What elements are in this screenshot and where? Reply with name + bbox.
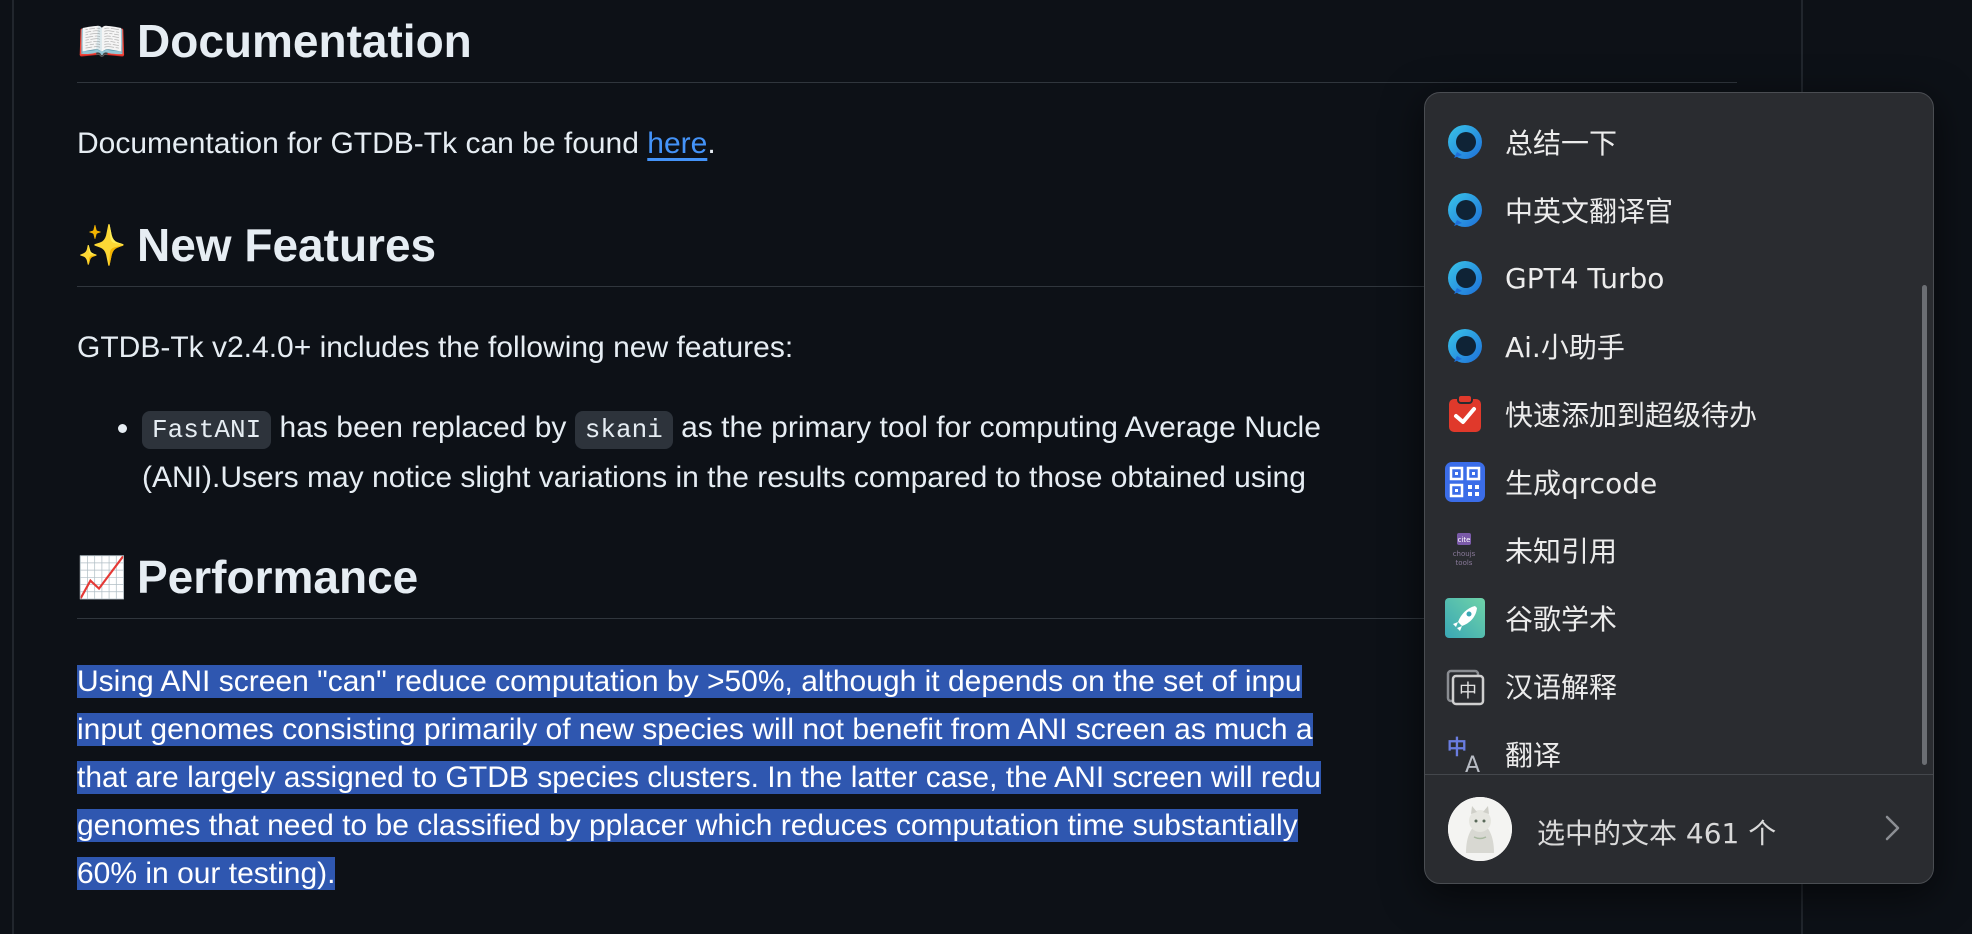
bullet-line-2: (ANI).Users may notice slight variations… (142, 461, 1306, 494)
menu-scrollbar[interactable] (1922, 285, 1927, 765)
bullet-text-2: as the primary tool for computing Averag… (672, 411, 1321, 444)
menu-item-label: 翻译 (1505, 739, 1562, 772)
selected-text-line: that are largely assigned to GTDB specie… (77, 761, 1321, 794)
documentation-text-after: . (707, 127, 716, 160)
sparkles-icon: ✨ (77, 222, 127, 269)
page: 📖 Documentation Documentation for GTDB-T… (0, 0, 1972, 934)
documentation-heading: 📖 Documentation (77, 14, 1737, 68)
documentation-link[interactable]: here (647, 127, 707, 160)
svg-text:中: 中 (1447, 735, 1467, 759)
menu-item-chinese-explain[interactable]: 中 汉语解释 (1425, 652, 1915, 720)
menu-item-label: 谷歌学术 (1505, 603, 1618, 636)
rocket-icon (1444, 597, 1486, 639)
menu-item-add-todo[interactable]: 快速添加到超级待办 (1425, 380, 1915, 448)
menu-item-google-scholar[interactable]: 谷歌学术 (1425, 584, 1915, 652)
chevron-right-icon[interactable] (1877, 813, 1907, 843)
svg-text:cite: cite (1458, 536, 1471, 544)
menu-item-label: 中英文翻译官 (1505, 195, 1674, 228)
cite-tools-icon: cite choujs tools (1444, 529, 1486, 571)
menu-item-label: 总结一下 (1505, 127, 1618, 160)
documentation-text: Documentation for GTDB-Tk can be found h… (77, 120, 716, 168)
selected-text-line: 60% in our testing). (77, 857, 336, 890)
menu-list: 总结一下 中英文翻译官 GPT4 Turbo Ai.小助手 快速添加到超级待办 … (1425, 93, 1933, 775)
documentation-heading-text: Documentation (137, 15, 472, 67)
menu-item-label: Ai.小助手 (1505, 331, 1625, 364)
menu-item-ai-assistant[interactable]: Ai.小助手 (1425, 312, 1915, 380)
dictionary-icon: 中 (1444, 665, 1486, 707)
performance-heading-text: Performance (137, 551, 419, 603)
menu-item-label: 汉语解释 (1505, 671, 1618, 704)
new-features-intro: GTDB-Tk v2.4.0+ includes the following n… (77, 331, 794, 364)
svg-text:choujs: choujs (1453, 550, 1476, 558)
svg-text:tools: tools (1456, 559, 1473, 567)
menu-item-gpt4-turbo[interactable]: GPT4 Turbo (1425, 244, 1915, 312)
selected-count-text: 选中的文本 461 个 (1537, 817, 1777, 850)
menu-item-label: 生成qrcode (1505, 467, 1658, 500)
heading-divider (77, 82, 1737, 83)
documentation-section: 📖 Documentation (77, 14, 1737, 83)
new-features-heading-text: New Features (137, 219, 437, 271)
bullet-text-1: has been replaced by (271, 411, 575, 444)
selected-text-line: genomes that need to be classified by pp… (77, 809, 1298, 842)
content-left-border (12, 0, 14, 934)
svg-text:中: 中 (1459, 681, 1477, 702)
selected-text-line: Using ANI screen "can" reduce computatio… (77, 665, 1302, 698)
fastani-code: FastANI (142, 411, 272, 449)
menu-item-translator[interactable]: 中英文翻译官 (1425, 176, 1915, 244)
translate-icon: 中 A (1444, 733, 1486, 775)
selected-text-line: input genomes consisting primarily of ne… (77, 713, 1313, 746)
chart-increasing-icon: 📈 (77, 554, 127, 601)
avatar (1448, 797, 1512, 861)
performance-paragraph: Using ANI screen "can" reduce computatio… (77, 658, 1321, 898)
popclip-menu: 总结一下 中英文翻译官 GPT4 Turbo Ai.小助手 快速添加到超级待办 … (1424, 92, 1934, 884)
chat-bubble-icon (1444, 189, 1486, 231)
menu-item-unknown-cite[interactable]: cite choujs tools 未知引用 (1425, 516, 1915, 584)
chat-bubble-icon (1444, 325, 1486, 367)
menu-item-qrcode[interactable]: 生成qrcode (1425, 448, 1915, 516)
menu-item-summarize[interactable]: 总结一下 (1425, 108, 1915, 176)
selected-text-footer[interactable]: 选中的文本 461 个 (1425, 775, 1933, 883)
menu-item-label: GPT4 Turbo (1505, 261, 1665, 295)
svg-text:A: A (1465, 753, 1480, 774)
chat-bubble-icon (1444, 121, 1486, 163)
clipboard-check-icon (1444, 393, 1486, 435)
chat-bubble-icon (1444, 257, 1486, 299)
menu-item-label: 快速添加到超级待办 (1505, 399, 1758, 432)
qrcode-icon (1444, 461, 1486, 503)
documentation-text-before: Documentation for GTDB-Tk can be found (77, 127, 648, 160)
book-icon: 📖 (77, 18, 127, 65)
menu-item-label: 未知引用 (1505, 535, 1618, 568)
skani-code: skani (574, 411, 673, 449)
